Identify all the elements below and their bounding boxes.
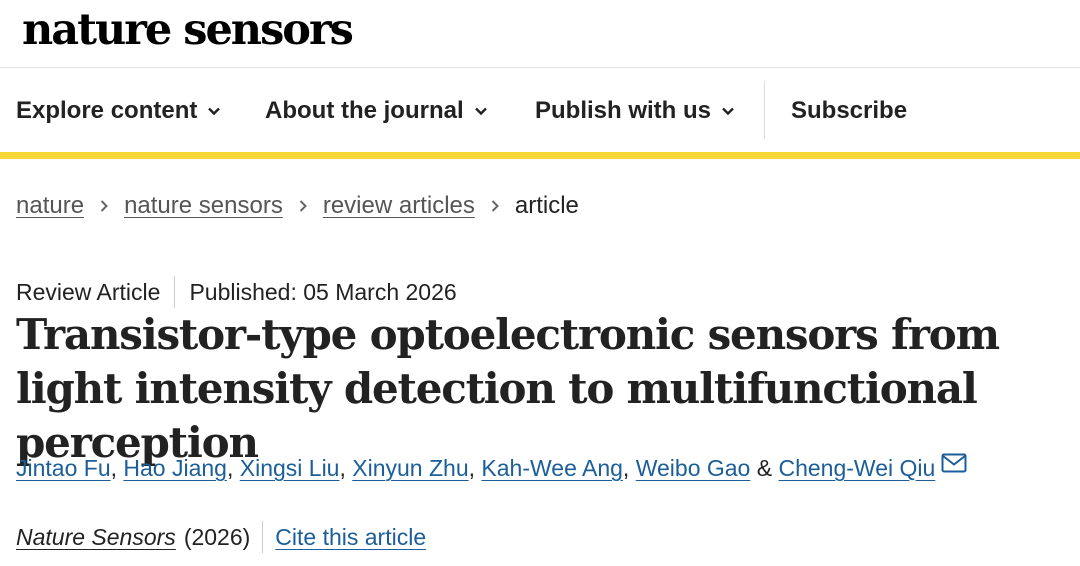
breadcrumb-review-articles[interactable]: review articles <box>323 192 475 220</box>
breadcrumb-nature-sensors[interactable]: nature sensors <box>124 192 283 220</box>
nav-explore-content-label: Explore content <box>16 97 198 124</box>
author-separator: , <box>468 454 482 481</box>
breadcrumb-current: article <box>514 192 579 219</box>
meta-divider <box>174 276 176 308</box>
author-link[interactable]: Xinyun Zhu <box>352 455 468 482</box>
author-list: Jintao Fu, Hao Jiang, Xingsi Liu, Xinyun… <box>16 452 967 484</box>
nav-publish-with-us-label: Publish with us <box>535 97 712 124</box>
nav-publish-with-us[interactable]: Publish with us <box>535 95 735 127</box>
cite-this-article-link[interactable]: Cite this article <box>275 524 426 551</box>
masthead: nature sensors <box>0 0 1080 68</box>
nav-about-journal-label: About the journal <box>265 97 464 124</box>
chevron-right-icon <box>480 199 510 213</box>
chevron-down-icon <box>722 107 734 116</box>
nav-accent-bar <box>0 152 1080 159</box>
journal-link[interactable]: Nature Sensors <box>16 524 176 551</box>
author-link[interactable]: Cheng-Wei Qiu <box>778 455 935 482</box>
subscribe-link[interactable]: Subscribe <box>791 95 907 127</box>
author-separator: , <box>622 454 636 481</box>
published-date: Published: 05 March 2026 <box>189 278 457 305</box>
chevron-down-icon <box>208 107 221 116</box>
publication-year: (2026) <box>183 523 251 550</box>
author-link[interactable]: Weibo Gao <box>636 455 751 482</box>
mail-icon[interactable] <box>941 453 967 473</box>
main-nav: Explore content About the journal Publis… <box>0 69 1080 152</box>
citation-line: Nature Sensors (2026) Cite this article <box>16 520 426 554</box>
author-link[interactable]: Kah-Wee Ang <box>481 455 623 482</box>
breadcrumb: nature nature sensors review articles ar… <box>16 190 579 222</box>
chevron-down-icon <box>474 107 487 116</box>
author-separator: & <box>750 454 779 481</box>
citation-divider <box>262 521 264 553</box>
author-separator: , <box>110 454 124 481</box>
article-meta: Review Article Published: 05 March 2026 <box>16 276 457 308</box>
article-type: Review Article <box>16 278 161 305</box>
author-separator: , <box>339 454 353 481</box>
author-link[interactable]: Jintao Fu <box>16 455 111 482</box>
nav-about-journal[interactable]: About the journal <box>265 95 488 127</box>
chevron-right-icon <box>89 199 119 213</box>
author-link[interactable]: Hao Jiang <box>123 455 227 482</box>
chevron-right-icon <box>288 199 318 213</box>
nav-explore-content[interactable]: Explore content <box>16 95 221 127</box>
author-link[interactable]: Xingsi Liu <box>240 455 340 482</box>
author-separator: , <box>226 454 240 481</box>
journal-logo[interactable]: nature sensors <box>22 4 354 56</box>
article-title: Transistor-type optoelectronic sensors f… <box>16 310 1000 467</box>
nav-divider <box>764 81 765 139</box>
breadcrumb-nature[interactable]: nature <box>16 192 84 220</box>
